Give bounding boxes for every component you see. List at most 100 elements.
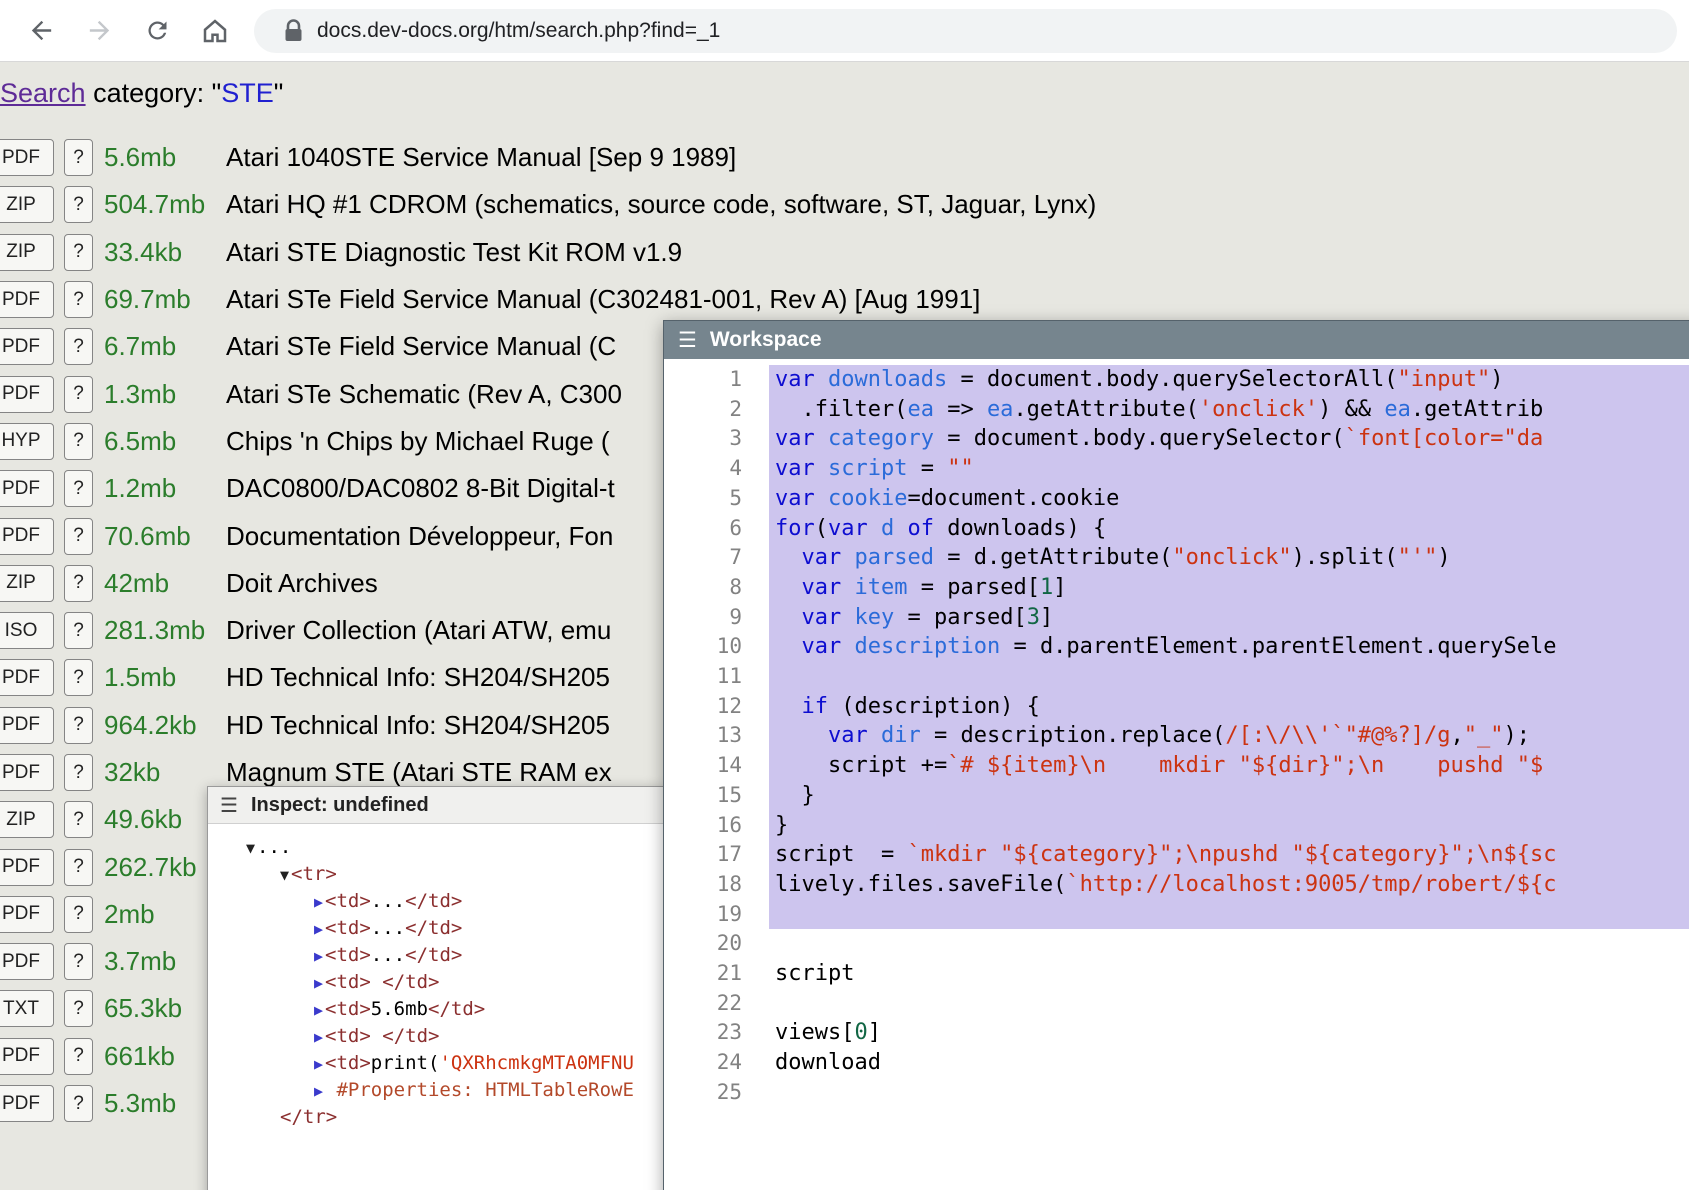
file-type-button[interactable]: PDF: [0, 943, 54, 980]
code-line[interactable]: [769, 900, 1689, 930]
file-help-button[interactable]: ?: [64, 565, 93, 602]
tree-row[interactable]: ▼<tr>: [208, 861, 666, 888]
file-title[interactable]: HD Technical Info: SH204/SH205: [226, 710, 610, 741]
reload-icon[interactable]: [140, 17, 174, 44]
file-help-button[interactable]: ?: [64, 518, 93, 555]
search-link[interactable]: Search: [0, 78, 86, 108]
file-type-button[interactable]: TXT: [0, 990, 54, 1027]
code-line[interactable]: var parsed = d.getAttribute("onclick").s…: [769, 543, 1689, 573]
expand-arrow-icon[interactable]: ▶: [314, 889, 323, 915]
file-help-button[interactable]: ?: [64, 612, 93, 649]
file-type-button[interactable]: PDF: [0, 376, 54, 413]
file-help-button[interactable]: ?: [64, 376, 93, 413]
file-help-button[interactable]: ?: [64, 707, 93, 744]
file-title[interactable]: Atari STE Diagnostic Test Kit ROM v1.9: [226, 237, 682, 268]
file-title[interactable]: Chips 'n Chips by Michael Ruge (: [226, 426, 610, 457]
code-line[interactable]: for(var d of downloads) {: [769, 514, 1689, 544]
file-help-button[interactable]: ?: [64, 186, 93, 223]
file-help-button[interactable]: ?: [64, 990, 93, 1027]
file-type-button[interactable]: ZIP: [0, 186, 54, 223]
file-help-button[interactable]: ?: [64, 328, 93, 365]
tree-row[interactable]: ▶ #Properties: HTMLTableRowE: [208, 1077, 666, 1104]
back-icon[interactable]: [24, 16, 58, 45]
file-help-button[interactable]: ?: [64, 470, 93, 507]
file-help-button[interactable]: ?: [64, 139, 93, 176]
code-line[interactable]: .filter(ea => ea.getAttribute('onclick')…: [769, 395, 1689, 425]
tree-row[interactable]: ▶<td> </td>: [208, 969, 666, 996]
file-type-button[interactable]: ZIP: [0, 565, 54, 602]
code-line[interactable]: download: [769, 1048, 1689, 1078]
file-help-button[interactable]: ?: [64, 1038, 93, 1075]
code-line[interactable]: var key = parsed[3]: [769, 603, 1689, 633]
file-type-button[interactable]: PDF: [0, 754, 54, 791]
file-title[interactable]: HD Technical Info: SH204/SH205: [226, 662, 610, 693]
file-help-button[interactable]: ?: [64, 943, 93, 980]
file-help-button[interactable]: ?: [64, 281, 93, 318]
file-help-button[interactable]: ?: [64, 234, 93, 271]
expand-arrow-icon[interactable]: ▶: [314, 970, 323, 996]
menu-icon[interactable]: ☰: [678, 328, 697, 353]
workspace-titlebar[interactable]: ☰ Workspace: [664, 321, 1689, 359]
code-line[interactable]: [769, 989, 1689, 1019]
tree-row[interactable]: ▶<td>...</td>: [208, 915, 666, 942]
code-line[interactable]: var script = "": [769, 454, 1689, 484]
tree-row[interactable]: ▼...: [208, 834, 666, 861]
expand-arrow-icon[interactable]: ▶: [314, 997, 323, 1023]
code-line[interactable]: var category = document.body.querySelect…: [769, 424, 1689, 454]
code-line[interactable]: script +=`# ${item}\n mkdir "${dir}";\n …: [769, 751, 1689, 781]
code-line[interactable]: views[0]: [769, 1018, 1689, 1048]
code-line[interactable]: [769, 1078, 1689, 1108]
menu-icon[interactable]: ☰: [220, 793, 238, 818]
code-line[interactable]: [769, 929, 1689, 959]
file-type-button[interactable]: ISO: [0, 612, 54, 649]
code-line[interactable]: var item = parsed[1]: [769, 573, 1689, 603]
expand-arrow-icon[interactable]: ▶: [314, 1024, 323, 1050]
tree-row[interactable]: ▶<td>5.6mb</td>: [208, 996, 666, 1023]
file-type-button[interactable]: PDF: [0, 659, 54, 696]
file-type-button[interactable]: ZIP: [0, 234, 54, 271]
file-title[interactable]: Atari 1040STE Service Manual [Sep 9 1989…: [226, 142, 736, 173]
file-type-button[interactable]: PDF: [0, 518, 54, 555]
code-line[interactable]: [769, 662, 1689, 692]
inspector-titlebar[interactable]: ☰ Inspect: undefined: [208, 787, 666, 824]
code-line[interactable]: }: [769, 811, 1689, 841]
file-help-button[interactable]: ?: [64, 896, 93, 933]
file-type-button[interactable]: PDF: [0, 139, 54, 176]
code-line[interactable]: }: [769, 781, 1689, 811]
expand-arrow-icon[interactable]: ▶: [314, 943, 323, 969]
file-help-button[interactable]: ?: [64, 423, 93, 460]
code-line[interactable]: script = `mkdir "${category}";\npushd "$…: [769, 840, 1689, 870]
code-line[interactable]: var downloads = document.body.querySelec…: [769, 365, 1689, 395]
home-icon[interactable]: [198, 16, 232, 46]
url-text[interactable]: docs.dev-docs.org/htm/search.php?find=_1: [317, 19, 720, 43]
file-title[interactable]: Magnum STE (Atari STE RAM ex: [226, 757, 612, 788]
file-title[interactable]: Documentation Développeur, Fon: [226, 521, 613, 552]
forward-icon[interactable]: [82, 16, 116, 45]
file-title[interactable]: Doit Archives: [226, 568, 378, 599]
file-help-button[interactable]: ?: [64, 801, 93, 838]
file-title[interactable]: Atari HQ #1 CDROM (schematics, source co…: [226, 189, 1096, 220]
address-bar[interactable]: docs.dev-docs.org/htm/search.php?find=_1: [254, 9, 1677, 53]
file-type-button[interactable]: PDF: [0, 707, 54, 744]
collapse-arrow-icon[interactable]: ▼: [280, 862, 289, 888]
file-title[interactable]: DAC0800/DAC0802 8-Bit Digital-t: [226, 473, 615, 504]
file-type-button[interactable]: ZIP: [0, 801, 54, 838]
expand-arrow-icon[interactable]: ▶: [314, 1078, 323, 1104]
tree-row[interactable]: ▶<td>...</td>: [208, 942, 666, 969]
expand-arrow-icon[interactable]: ▶: [314, 1051, 323, 1077]
code-line[interactable]: if (description) {: [769, 692, 1689, 722]
file-type-button[interactable]: PDF: [0, 849, 54, 886]
file-help-button[interactable]: ?: [64, 659, 93, 696]
file-type-button[interactable]: PDF: [0, 281, 54, 318]
file-type-button[interactable]: PDF: [0, 328, 54, 365]
file-title[interactable]: Atari STe Field Service Manual (C302481-…: [226, 284, 980, 315]
file-type-button[interactable]: HYP: [0, 423, 54, 460]
lock-icon[interactable]: [284, 19, 303, 43]
file-title[interactable]: Atari STe Field Service Manual (C: [226, 331, 616, 362]
tree-row[interactable]: ▶<td>print('QXRhcmkgMTA0MFNU: [208, 1050, 666, 1077]
file-help-button[interactable]: ?: [64, 1085, 93, 1122]
file-help-button[interactable]: ?: [64, 849, 93, 886]
file-type-button[interactable]: PDF: [0, 470, 54, 507]
file-type-button[interactable]: PDF: [0, 896, 54, 933]
code-line[interactable]: var cookie=document.cookie: [769, 484, 1689, 514]
